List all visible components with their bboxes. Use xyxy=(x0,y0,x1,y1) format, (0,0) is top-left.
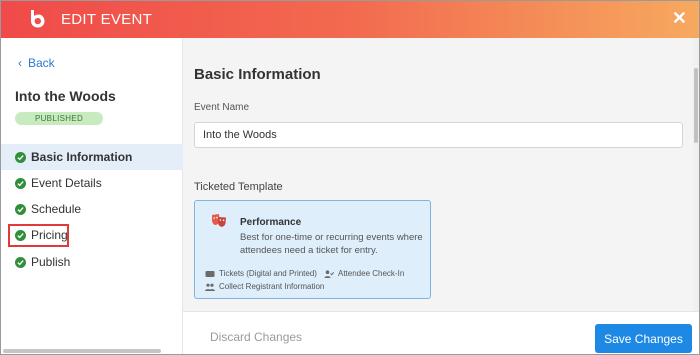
discard-changes-button[interactable]: Discard Changes xyxy=(210,330,302,344)
template-card-title: Performance xyxy=(240,217,302,228)
user-check-icon xyxy=(324,269,334,278)
sidebar-item-basic-information[interactable]: Basic Information xyxy=(1,144,183,170)
app-logo-icon xyxy=(31,10,45,28)
template-card-description: Best for one-time or recurring events wh… xyxy=(240,232,423,256)
sidebar-item-event-details[interactable]: Event Details xyxy=(1,170,183,196)
status-badge: PUBLISHED xyxy=(15,112,103,125)
sidebar-item-publish[interactable]: Publish xyxy=(1,249,183,275)
pricing-highlight-box xyxy=(8,224,69,247)
sidebar-horizontal-scrollbar[interactable] xyxy=(3,349,161,353)
section-title: Basic Information xyxy=(194,66,321,83)
event-title: Into the Woods xyxy=(15,88,116,104)
close-icon[interactable]: ✕ xyxy=(672,8,687,29)
save-changes-button[interactable]: Save Changes xyxy=(595,324,692,353)
sidebar-item-label: Schedule xyxy=(31,202,82,216)
chevron-left-icon: ‹ xyxy=(18,56,22,70)
ticket-icon xyxy=(205,270,215,277)
footer-bar: Discard Changes Save Changes xyxy=(183,311,699,354)
header-bar: EDIT EVENT ✕ xyxy=(1,1,699,38)
users-icon xyxy=(205,283,215,291)
template-label: Ticketed Template xyxy=(194,181,283,193)
scrollbar-thumb[interactable] xyxy=(694,68,698,143)
sidebar-item-label: Basic Information xyxy=(31,150,133,164)
event-name-input[interactable] xyxy=(194,122,683,148)
theater-masks-icon xyxy=(212,214,226,227)
feature-check-in: Attendee Check-In xyxy=(324,269,404,278)
feature-label: Collect Registrant Information xyxy=(219,282,325,291)
sidebar-item-label: Publish xyxy=(31,255,71,269)
sidebar-item-schedule[interactable]: Schedule xyxy=(1,196,183,222)
feature-registrant-info: Collect Registrant Information xyxy=(205,282,324,291)
check-circle-icon xyxy=(15,151,26,163)
check-circle-icon xyxy=(15,256,26,268)
main-vertical-scrollbar[interactable] xyxy=(693,38,699,311)
edit-event-window: EDIT EVENT ✕ ‹ Back Into the Woods PUBLI… xyxy=(0,0,700,355)
feature-label: Tickets (Digital and Printed) xyxy=(219,269,317,278)
back-label: Back xyxy=(28,56,55,70)
check-circle-icon xyxy=(15,203,26,215)
main-panel: Basic Information Event Name Ticketed Te… xyxy=(183,38,699,354)
sidebar: ‹ Back Into the Woods PUBLISHED Basic In… xyxy=(1,38,183,354)
event-name-label: Event Name xyxy=(194,102,250,113)
back-link[interactable]: ‹ Back xyxy=(18,56,55,70)
check-circle-icon xyxy=(15,177,26,189)
feature-tickets: Tickets (Digital and Printed) xyxy=(205,269,317,278)
sidebar-item-label: Event Details xyxy=(31,176,102,190)
feature-label: Attendee Check-In xyxy=(338,269,405,278)
template-card-performance[interactable]: Performance Best for one-time or recurri… xyxy=(194,200,431,299)
header-title: EDIT EVENT xyxy=(61,11,153,28)
